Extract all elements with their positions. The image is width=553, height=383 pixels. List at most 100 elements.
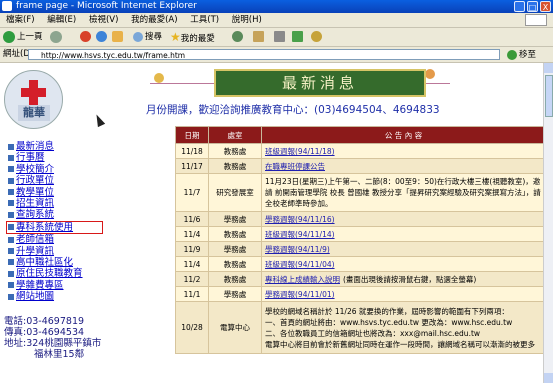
news-link[interactable]: 班級週報(94/11/14) xyxy=(265,230,335,239)
sidebar-item[interactable]: 升學資訊 xyxy=(8,246,113,257)
news-dept: 教務處 xyxy=(208,256,262,272)
news-dept: 學務處 xyxy=(208,286,262,302)
address-input[interactable]: http://www.hsvs.tyc.edu.tw/frame.htm xyxy=(28,49,500,60)
news-table: 日期 處室 公 告 內 容 11/18 教務處 班級週報(94/11/18) 11/1… xyxy=(175,126,546,354)
news-link[interactable]: 班級週報(94/11/18) xyxy=(265,147,335,156)
menu-file[interactable]: 檔案(F) xyxy=(6,15,35,25)
forward-button[interactable] xyxy=(50,30,64,44)
news-dept: 研究發展室 xyxy=(208,173,262,212)
sidebar-item-link[interactable]: 招生資訊 xyxy=(16,198,54,209)
news-link[interactable]: 學務週報(94/11/16) xyxy=(265,215,335,224)
home-button[interactable] xyxy=(112,30,125,44)
contact-phone: 電話:03-4697819 xyxy=(4,316,85,327)
favorites-button[interactable]: ★我的最愛 xyxy=(170,30,215,44)
windows-logo-icon xyxy=(525,14,547,26)
news-text-line: 電算中心將目前會於新舊網址同時在運作一段時間，讓網域名稱可以漸漸的被更多 xyxy=(265,339,535,349)
title-bar: frame page - Microsoft Internet Explorer… xyxy=(0,0,553,13)
news-link[interactable]: 學務週報(94/11/9) xyxy=(265,245,330,254)
sidebar-item[interactable]: 行政單位 xyxy=(8,175,113,186)
sidebar-item[interactable]: 學雜費專區 xyxy=(8,280,113,291)
sidebar-item[interactable]: 行事曆 xyxy=(8,152,113,163)
toolbar: 上一頁 搜尋 ★我的最愛 xyxy=(0,28,553,47)
home-icon xyxy=(112,31,123,42)
bullet-icon xyxy=(8,189,14,196)
menu-favorites[interactable]: 我的最愛(A) xyxy=(131,15,177,25)
sidebar-item-link[interactable]: 高中職社區化 xyxy=(16,257,73,268)
scroll-thumb[interactable] xyxy=(545,75,553,117)
search-button[interactable]: 搜尋 xyxy=(133,30,162,44)
sidebar-item[interactable]: 專科系統使用 xyxy=(6,220,103,235)
sidebar-item[interactable]: 高中職社區化 xyxy=(8,257,113,268)
sidebar-item[interactable]: 學校簡介 xyxy=(8,164,113,175)
page-content: 龍華 最新消息 行事曆 學校簡介 行政單位 教學單位 招生資訊 查詢系統 專科系統使用 老師信箱… xyxy=(0,63,553,383)
vertical-scrollbar[interactable] xyxy=(543,63,553,383)
news-link[interactable]: 學務週報(94/11/01) xyxy=(265,290,335,299)
close-button[interactable]: X xyxy=(540,1,551,12)
sidebar-item[interactable]: 查詢系統 xyxy=(8,209,113,220)
sidebar-item[interactable]: 最新消息 xyxy=(8,141,113,152)
news-row: 10/28 電算中心 學校的網域名稱計於 11/26 就要換的作業，屆時影響的範圍有… xyxy=(175,301,546,354)
menu-tools[interactable]: 工具(T) xyxy=(190,15,219,25)
scroll-up-button[interactable] xyxy=(544,63,553,73)
flower-icon xyxy=(425,69,435,79)
menu-edit[interactable]: 編輯(E) xyxy=(47,15,76,25)
refresh-button[interactable] xyxy=(96,30,109,44)
news-date: 11/9 xyxy=(175,241,209,257)
sidebar-item-link[interactable]: 網站地圖 xyxy=(16,291,54,302)
school-logo: 龍華 xyxy=(4,70,63,129)
sidebar-item[interactable]: 網站地圖 xyxy=(8,291,113,302)
sidebar-item-link[interactable]: 教學單位 xyxy=(16,187,54,198)
messenger-button[interactable] xyxy=(311,30,324,44)
bullet-icon xyxy=(8,248,14,255)
header-date: 日期 xyxy=(175,126,209,144)
news-content: 學務週報(94/11/16) xyxy=(261,211,546,227)
sidebar-item-link[interactable]: 專科系統使用 xyxy=(16,222,73,233)
sidebar-item[interactable]: 招生資訊 xyxy=(8,198,113,209)
contact-fax: 傳真:03-4694534 xyxy=(4,327,85,338)
news-link[interactable]: 在職專班停課公告 xyxy=(265,162,325,171)
go-button[interactable]: 移至 xyxy=(507,48,536,63)
maximize-button[interactable]: □ xyxy=(527,1,538,12)
stop-button[interactable] xyxy=(80,30,93,44)
sidebar-item-link[interactable]: 行事曆 xyxy=(16,152,45,163)
history-icon xyxy=(232,31,243,42)
minimize-button[interactable]: _ xyxy=(514,1,525,12)
news-dept: 學務處 xyxy=(208,211,262,227)
edit-button[interactable] xyxy=(292,30,305,44)
menu-help[interactable]: 說明(H) xyxy=(232,15,262,25)
news-content: 班級週報(94/11/14) xyxy=(261,226,546,242)
news-note: (畫面出現後請按滑鼠右鍵，點選全螢幕) xyxy=(343,274,477,284)
sidebar-item[interactable]: 老師信箱 xyxy=(8,234,113,245)
back-button[interactable]: 上一頁 xyxy=(3,30,43,44)
mail-button[interactable] xyxy=(253,30,266,44)
news-date: 11/17 xyxy=(175,158,209,174)
print-button[interactable] xyxy=(274,30,287,44)
sidebar-item-link[interactable]: 升學資訊 xyxy=(16,246,54,257)
news-row: 11/17 教務處 在職專班停課公告 xyxy=(175,158,546,174)
news-banner: 最新消息 xyxy=(214,69,426,97)
sidebar-item-link[interactable]: 行政單位 xyxy=(16,175,54,186)
sidebar-item-link[interactable]: 老師信箱 xyxy=(16,234,54,245)
stop-icon xyxy=(80,31,91,42)
bullet-icon xyxy=(8,211,14,218)
sidebar-item-link[interactable]: 學校簡介 xyxy=(16,164,54,175)
menu-view[interactable]: 檢視(V) xyxy=(89,15,118,25)
news-text-line: 一、首頁的網址將由：www.hsvs.tyc.edu.tw 更改為：www.hs… xyxy=(265,317,513,327)
news-dept: 學務處 xyxy=(208,241,262,257)
news-content: 班級週報(94/11/04) xyxy=(261,256,546,272)
sidebar-item-link[interactable]: 最新消息 xyxy=(16,141,54,152)
history-button[interactable] xyxy=(232,30,245,44)
news-row: 11/9 學務處 學務週報(94/11/9) xyxy=(175,241,546,257)
news-content: 班級週報(94/11/18) xyxy=(261,143,546,159)
sidebar-item-link[interactable]: 原住民技職教育 xyxy=(16,268,83,279)
news-link[interactable]: 班級週報(94/11/04) xyxy=(265,260,335,269)
sidebar-item[interactable]: 教學單位 xyxy=(8,187,113,198)
news-link[interactable]: 專科線上成績輸入說明 xyxy=(265,275,340,284)
sidebar-item[interactable]: 原住民技職教育 xyxy=(8,268,113,279)
contact-address: 地址:324桃園縣平鎮市 xyxy=(4,338,102,349)
menu-bar: 檔案(F) 編輯(E) 檢視(V) 我的最愛(A) 工具(T) 說明(H) xyxy=(0,13,553,28)
sidebar-item-link[interactable]: 學雜費專區 xyxy=(16,280,64,291)
refresh-icon xyxy=(96,31,107,42)
scroll-down-button[interactable] xyxy=(544,373,553,383)
sidebar-item-link[interactable]: 查詢系統 xyxy=(16,209,54,220)
